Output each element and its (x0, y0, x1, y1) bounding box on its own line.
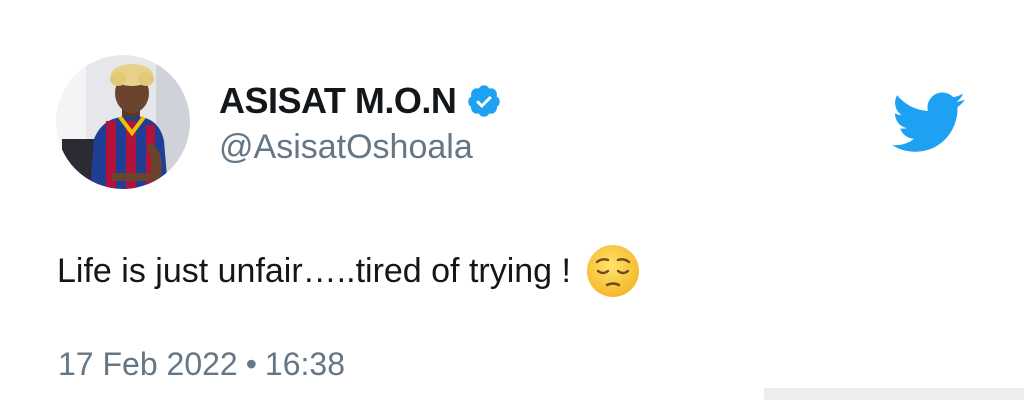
tweet-date: 17 Feb 2022 (58, 346, 238, 382)
tweet-card: ASISAT M.O.N @AsisatOshoala Life is just… (0, 0, 1024, 400)
timestamp[interactable]: 17 Feb 2022 • 16:38 (58, 346, 345, 383)
avatar[interactable] (56, 55, 190, 189)
tweet-time: 16:38 (264, 346, 345, 382)
tweet-text: Life is just unfair…..tired of trying ! (57, 251, 571, 290)
avatar-photo (56, 55, 190, 189)
twitter-bird-icon[interactable] (892, 92, 966, 154)
separator-dot: • (245, 346, 257, 382)
name-row: ASISAT M.O.N (219, 78, 502, 124)
verified-badge-icon (466, 83, 502, 119)
pensive-face-emoji-icon (585, 243, 641, 299)
display-name[interactable]: ASISAT M.O.N (219, 80, 457, 122)
user-handle[interactable]: @AsisatOshoala (219, 128, 473, 167)
bottom-edge-strip (764, 388, 1024, 400)
tweet-body: Life is just unfair…..tired of trying ! (57, 241, 641, 301)
